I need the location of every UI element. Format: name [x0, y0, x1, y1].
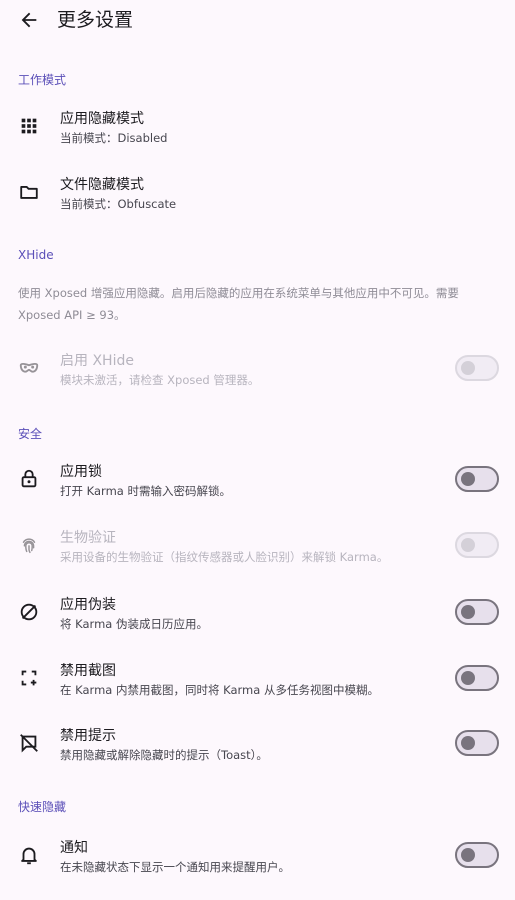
lock-icon: [21, 469, 37, 488]
file-hide-mode-item[interactable]: 文件隐藏模式 当前模式：Obfuscate: [0, 170, 515, 226]
biometric-title: 生物验证: [60, 530, 116, 546]
xhide-description: 使用 Xposed 增强应用隐藏。启用后隐藏的应用在系统菜单与其他应用中不可见。…: [18, 286, 459, 322]
app-disguise-subtitle: 将 Karma 伪装成日历应用。: [60, 617, 208, 631]
switch-thumb: [461, 361, 475, 375]
disable-toast-title: 禁用提示: [60, 728, 116, 744]
disable-screenshot-title: 禁用截图: [60, 663, 116, 679]
apps-grid-icon: [21, 118, 37, 134]
disable-screenshot-switch[interactable]: [455, 665, 499, 691]
section-header-security: 安全: [18, 427, 43, 441]
app-lock-switch[interactable]: [455, 466, 499, 492]
top-app-bar: 更多设置: [0, 0, 515, 40]
app-lock-item[interactable]: 应用锁 打开 Karma 时需输入密码解锁。: [0, 457, 515, 505]
app-disguise-title: 应用伪装: [60, 597, 116, 613]
section-header-xhide: XHide: [18, 248, 54, 262]
app-lock-title: 应用锁: [60, 464, 102, 480]
app-hide-mode-item[interactable]: 应用隐藏模式 当前模式：Disabled: [0, 104, 515, 160]
file-hide-mode-subtitle: 当前模式：Obfuscate: [60, 197, 177, 211]
app-disguise-switch[interactable]: [455, 599, 499, 625]
app-hide-mode-subtitle: 当前模式：Disabled: [60, 131, 168, 145]
fingerprint-icon: [22, 538, 36, 554]
bell-icon: [21, 847, 37, 865]
biometric-subtitle: 采用设备的生物验证（指纹传感器或人脸识别）来解锁 Karma。: [60, 550, 389, 564]
section-header-quick-hide: 快速隐藏: [18, 800, 67, 814]
notification-subtitle: 在未隐藏状态下显示一个通知用来提醒用户。: [60, 860, 290, 874]
switch-thumb: [461, 848, 475, 862]
switch-thumb: [461, 605, 475, 619]
disable-screenshot-item[interactable]: 禁用截图 在 Karma 内禁用截图，同时将 Karma 从多任务视图中模糊。: [0, 656, 515, 704]
app-disguise-item[interactable]: 应用伪装 将 Karma 伪装成日历应用。: [0, 590, 515, 638]
switch-thumb: [461, 736, 475, 750]
disable-toast-item[interactable]: 禁用提示 禁用隐藏或解除隐藏时的提示（Toast）。: [0, 721, 515, 769]
disable-toast-subtitle: 禁用隐藏或解除隐藏时的提示（Toast）。: [60, 748, 268, 762]
mask-icon: [19, 362, 39, 373]
back-arrow-icon[interactable]: [18, 9, 40, 31]
biometric-switch[interactable]: [455, 532, 499, 558]
section-header-work-mode: 工作模式: [18, 73, 67, 87]
enable-xhide-title: 启用 XHide: [60, 353, 134, 369]
enable-xhide-subtitle: 模块未激活，请检查 Xposed 管理器。: [60, 373, 260, 387]
enable-xhide-item[interactable]: 启用 XHide 模块未激活，请检查 Xposed 管理器。: [0, 346, 515, 392]
notification-title: 通知: [60, 840, 88, 856]
app-lock-subtitle: 打开 Karma 时需输入密码解锁。: [60, 484, 231, 498]
disguise-icon: [20, 603, 38, 621]
comment-off-icon: [20, 734, 38, 753]
notification-switch[interactable]: [455, 842, 499, 868]
folder-icon: [20, 186, 38, 199]
biometric-item[interactable]: 生物验证 采用设备的生物验证（指纹传感器或人脸识别）来解锁 Karma。: [0, 523, 515, 571]
switch-thumb: [461, 538, 475, 552]
switch-thumb: [461, 671, 475, 685]
screenshot-icon: [21, 670, 37, 686]
page-title: 更多设置: [57, 9, 134, 31]
app-hide-mode-title: 应用隐藏模式: [60, 111, 144, 127]
disable-toast-switch[interactable]: [455, 730, 499, 756]
disable-screenshot-subtitle: 在 Karma 内禁用截图，同时将 Karma 从多任务视图中模糊。: [60, 683, 379, 697]
file-hide-mode-title: 文件隐藏模式: [60, 177, 144, 193]
switch-thumb: [461, 472, 475, 486]
enable-xhide-switch[interactable]: [455, 355, 499, 381]
notification-item[interactable]: 通知 在未隐藏状态下显示一个通知用来提醒用户。: [0, 833, 515, 881]
